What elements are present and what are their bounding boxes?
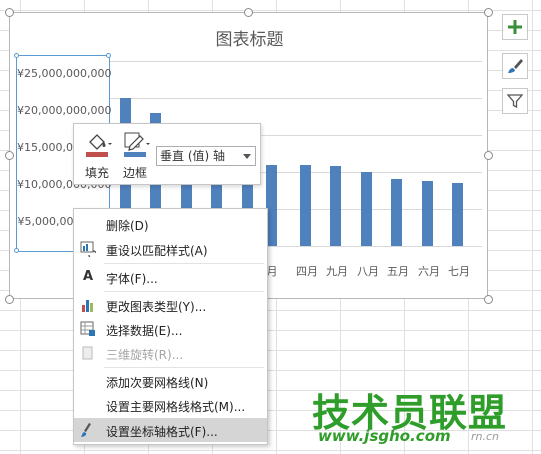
watermark-url-suffix: rn.cn — [471, 430, 500, 443]
chart-title[interactable]: 图表标题 — [10, 25, 489, 50]
plus-icon — [508, 20, 522, 34]
bar[interactable] — [422, 181, 433, 246]
gridline — [110, 61, 482, 62]
chart-filters-button[interactable] — [502, 88, 528, 114]
bar[interactable] — [300, 165, 311, 246]
resize-handle[interactable] — [5, 151, 14, 160]
menu-item-label: 三维旋转(R)... — [106, 348, 184, 362]
menu-separator — [104, 263, 264, 264]
reset-style-icon — [80, 241, 96, 257]
bar[interactable] — [361, 172, 372, 246]
resize-handle[interactable] — [244, 8, 253, 17]
pen-icon — [124, 132, 150, 157]
bar[interactable] — [391, 179, 402, 246]
x-tick-label: 五月 — [387, 265, 409, 278]
menu-separator — [104, 291, 264, 292]
menu-item-label: 设置坐标轴格式(F)... — [106, 425, 218, 439]
menu-item-label: 重设以匹配样式(A) — [106, 244, 208, 258]
x-tick-label: 四月 — [296, 265, 318, 278]
paint-bucket-icon — [86, 134, 112, 157]
menu-item-label: 添加次要网格线(N) — [106, 376, 209, 390]
selection-handle[interactable] — [106, 53, 111, 58]
menu-item-label: 设置主要网格线格式(M)... — [106, 400, 246, 414]
menu-separator — [104, 367, 264, 368]
watermark-url: www.jsgho.com — [318, 427, 451, 445]
border-button[interactable]: 边框 — [118, 128, 152, 180]
chart-element-value: 垂直 (值) 轴 — [160, 149, 225, 163]
chart-type-icon — [82, 300, 93, 312]
y-tick-label: ¥20,000,000,000 — [17, 104, 112, 117]
menu-item-change-chart-type[interactable]: 更改图表类型(Y)... — [74, 293, 267, 317]
x-tick-label: 七月 — [448, 265, 470, 278]
fill-button[interactable]: 填充 — [80, 128, 114, 180]
x-tick-label: 八月 — [357, 265, 379, 278]
fill-label: 填充 — [84, 166, 109, 180]
resize-handle[interactable] — [484, 8, 493, 17]
chart-element-dropdown[interactable]: 垂直 (值) 轴 — [156, 146, 256, 166]
border-label: 边框 — [122, 166, 147, 180]
menu-item-label: 字体(F)... — [106, 272, 158, 286]
resize-handle[interactable] — [484, 295, 493, 304]
select-data-icon — [80, 321, 95, 336]
chart-styles-button[interactable] — [502, 53, 528, 79]
chart-elements-button[interactable] — [502, 14, 528, 40]
menu-item-label: 选择数据(E)... — [106, 324, 183, 338]
bar[interactable] — [452, 183, 463, 246]
selection-handle[interactable] — [14, 248, 19, 253]
filter-icon — [507, 94, 523, 109]
x-tick-label: 九月 — [326, 265, 348, 278]
menu-item-reset-style[interactable]: 重设以匹配样式(A) — [74, 237, 267, 261]
y-tick-label: ¥25,000,000,000 — [17, 67, 112, 80]
menu-item-add-minor-gridlines[interactable]: 添加次要网格线(N) — [74, 369, 267, 393]
context-menu: 删除(D) 重设以匹配样式(A) A 字体(F)... 更改图表类型(Y)...… — [73, 208, 268, 445]
selection-handle[interactable] — [14, 53, 19, 58]
font-icon: A — [82, 269, 94, 284]
x-tick-label: 六月 — [418, 265, 440, 278]
resize-handle[interactable] — [5, 8, 14, 17]
menu-item-select-data[interactable]: 选择数据(E)... — [74, 317, 267, 341]
mini-toolbar: 填充 边框 垂直 (值) 轴 — [73, 123, 261, 185]
rotate-3d-icon — [82, 346, 93, 360]
resize-handle[interactable] — [5, 295, 14, 304]
menu-item-font[interactable]: A 字体(F)... — [74, 265, 267, 289]
brush-icon — [508, 59, 523, 73]
gridline — [110, 98, 482, 99]
menu-item-format-major-gridlines[interactable]: 设置主要网格线格式(M)... — [74, 393, 267, 417]
menu-item-label: 删除(D) — [106, 219, 149, 233]
menu-item-3d-rotation[interactable]: 三维旋转(R)... — [74, 341, 267, 365]
resize-handle[interactable] — [484, 151, 493, 160]
bar[interactable] — [330, 166, 341, 246]
menu-item-delete[interactable]: 删除(D) — [74, 212, 267, 236]
menu-item-format-axis[interactable]: 设置坐标轴格式(F)... — [74, 418, 267, 442]
format-axis-icon — [81, 423, 91, 437]
menu-item-label: 更改图表类型(Y)... — [106, 300, 207, 314]
chevron-down-icon — [243, 154, 251, 159]
